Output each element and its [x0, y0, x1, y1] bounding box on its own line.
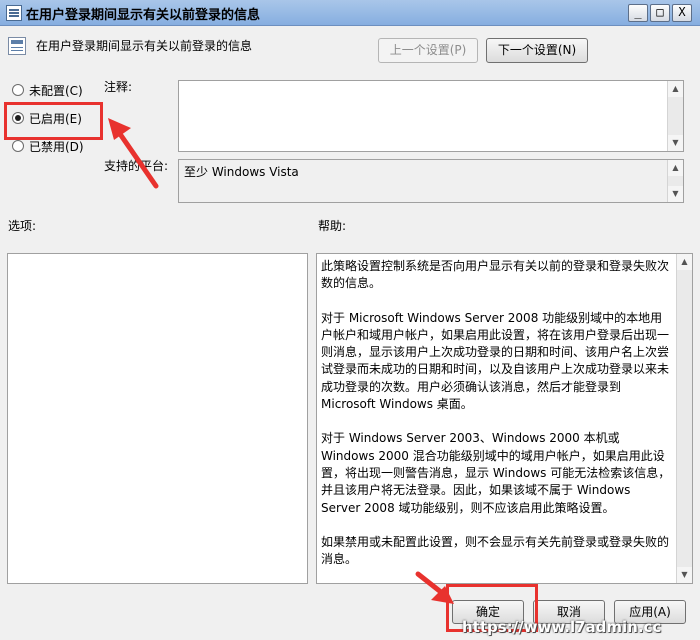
- title-bar: 在用户登录期间显示有关以前登录的信息 _ □ X: [0, 0, 700, 26]
- scroll-down-icon[interactable]: ▼: [677, 567, 692, 583]
- window-title: 在用户登录期间显示有关以前登录的信息: [26, 8, 261, 23]
- policy-setting-icon: [8, 37, 26, 55]
- scroll-down-icon[interactable]: ▼: [668, 135, 683, 151]
- supported-platform-value: 至少 Windows Vista: [184, 165, 299, 179]
- help-paragraph: 此策略设置控制系统是否向用户显示有关以前的登录和登录失败次数的信息。: [321, 259, 670, 291]
- radio-label: 未配置(C): [29, 83, 83, 98]
- options-pane: [7, 253, 308, 584]
- watermark-text: https://www.l7admin.cc: [462, 618, 662, 636]
- comment-textarea[interactable]: ▲ ▼: [178, 80, 684, 152]
- radio-not-configured[interactable]: 未配置(C): [12, 80, 83, 100]
- scroll-up-icon[interactable]: ▲: [668, 160, 683, 176]
- maximize-button[interactable]: □: [650, 4, 670, 22]
- help-paragraph: 如果禁用或未配置此设置，则不会显示有关先前登录或登录失败的消息。: [321, 534, 670, 567]
- scroll-up-icon[interactable]: ▲: [668, 81, 683, 97]
- scroll-up-icon[interactable]: ▲: [677, 254, 692, 270]
- help-pane: 此策略设置控制系统是否向用户显示有关以前的登录和登录失败次数的信息。 对于 Mi…: [316, 253, 693, 584]
- comment-label: 注释:: [104, 80, 133, 94]
- previous-setting-button[interactable]: 上一个设置(P): [378, 38, 478, 63]
- help-paragraph: 对于 Microsoft Windows Server 2008 功能级别域中的…: [321, 310, 670, 412]
- arrow-icon: [108, 118, 159, 189]
- policy-app-icon: [6, 5, 22, 21]
- minimize-button[interactable]: _: [628, 4, 648, 22]
- options-label: 选项:: [8, 219, 37, 233]
- help-paragraph: 对于 Windows Server 2003、Windows 2000 本机或 …: [321, 431, 671, 515]
- supported-platform-field: 至少 Windows Vista ▲ ▼: [178, 159, 684, 203]
- radio-circle-icon: [12, 84, 24, 96]
- enabled-highlight-box: [4, 102, 103, 140]
- supported-platform-label: 支持的平台:: [104, 159, 169, 173]
- help-text: 此策略设置控制系统是否向用户显示有关以前的登录和登录失败次数的信息。 对于 Mi…: [321, 258, 672, 583]
- policy-title: 在用户登录期间显示有关以前登录的信息: [36, 39, 253, 53]
- scroll-down-icon[interactable]: ▼: [668, 186, 683, 202]
- supported-scrollbar[interactable]: ▲ ▼: [667, 160, 683, 202]
- close-button[interactable]: X: [672, 4, 692, 22]
- next-setting-button[interactable]: 下一个设置(N): [486, 38, 588, 63]
- comment-scrollbar[interactable]: ▲ ▼: [667, 81, 683, 151]
- help-label: 帮助:: [318, 219, 347, 233]
- help-scrollbar[interactable]: ▲ ▼: [676, 254, 692, 583]
- radio-label: 已禁用(D): [29, 139, 84, 154]
- radio-circle-icon: [12, 140, 24, 152]
